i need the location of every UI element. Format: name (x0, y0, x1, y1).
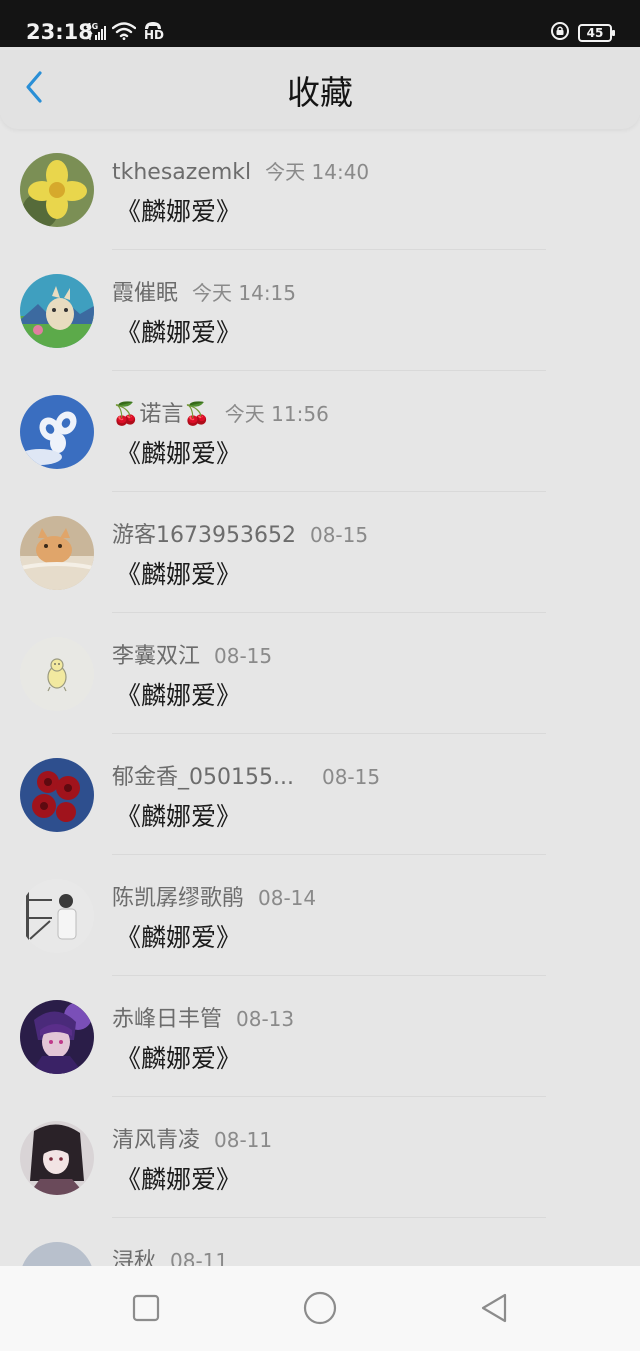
user-name: tkhesazemkl (112, 160, 252, 185)
favorite-title: 《麟娜爱》 (116, 1165, 242, 1194)
timestamp: 08-13 (236, 1007, 295, 1031)
list-item[interactable]: 霞催眠 今天 14:15 《麟娜爱》 (0, 250, 640, 371)
rotation-lock-icon (550, 21, 570, 45)
square-icon (132, 1294, 160, 1326)
signal-icon: 4G (86, 22, 106, 41)
timestamp: 08-14 (258, 886, 317, 910)
hd-label: HD (144, 28, 165, 42)
timestamp: 今天 11:56 (224, 402, 329, 426)
favorite-title: 《麟娜爱》 (116, 923, 242, 952)
favorite-title: 《麟娜爱》 (116, 197, 242, 226)
favorite-title: 《麟娜爱》 (116, 1044, 242, 1073)
avatar[interactable] (20, 274, 94, 348)
item-meta: 清风青凌 08-11 (112, 1127, 272, 1155)
avatar[interactable] (20, 1000, 94, 1074)
list-item[interactable]: tkhesazemkl 今天 14:40 《麟娜爱》 (0, 129, 640, 250)
hd-call-icon: HD (142, 22, 165, 43)
timestamp: 08-11 (214, 1128, 273, 1152)
avatar[interactable] (20, 153, 94, 227)
item-meta: 赤峰日丰管 08-13 (112, 1006, 294, 1034)
avatar[interactable] (20, 637, 94, 711)
avatar[interactable] (20, 879, 94, 953)
item-meta: tkhesazemkl 今天 14:40 (112, 159, 369, 187)
list-item[interactable]: 🍒诺言🍒 今天 11:56 《麟娜爱》 (0, 371, 640, 492)
wifi-icon (111, 22, 137, 44)
item-meta: 李囊双江 08-15 (112, 643, 272, 671)
favorite-title: 《麟娜爱》 (116, 681, 242, 710)
user-name: 霞催眠 (112, 281, 179, 306)
list-item[interactable]: 陈凯孱缪歌鹃 08-14 《麟娜爱》 (0, 855, 640, 976)
screen: 23:18 4G HD 45 收藏 tkhesazemkl 今天 14:40 《… (0, 0, 640, 1351)
home-button[interactable] (302, 1291, 338, 1329)
avatar[interactable] (20, 516, 94, 590)
status-bar: 23:18 4G HD 45 (0, 0, 640, 47)
system-nav-bar (0, 1266, 640, 1351)
list-item[interactable]: 赤峰日丰管 08-13 《麟娜爱》 (0, 976, 640, 1097)
item-meta: 郁金香_050155... 08-15 (112, 764, 380, 792)
avatar[interactable] (20, 1121, 94, 1195)
avatar[interactable] (20, 758, 94, 832)
list-item[interactable]: 郁金香_050155... 08-15 《麟娜爱》 (0, 734, 640, 855)
item-meta: 霞催眠 今天 14:15 (112, 280, 296, 308)
favorite-title: 《麟娜爱》 (116, 802, 242, 831)
timestamp: 08-15 (321, 765, 381, 789)
nav-back-button[interactable] (476, 1292, 512, 1328)
status-time: 23:18 (26, 20, 93, 44)
timestamp: 08-15 (214, 644, 273, 668)
status-icons-left: 4G HD (86, 22, 164, 44)
page-title: 收藏 (287, 73, 353, 112)
avatar[interactable] (20, 395, 94, 469)
item-meta: 游客1673953652 08-15 (112, 522, 368, 550)
circle-icon (303, 1291, 337, 1329)
list-item[interactable]: 游客1673953652 08-15 《麟娜爱》 (0, 492, 640, 613)
user-name: 李囊双江 (112, 644, 201, 669)
favorite-title: 《麟娜爱》 (116, 439, 242, 468)
timestamp: 08-15 (309, 523, 369, 547)
favorite-title: 《麟娜爱》 (116, 318, 242, 347)
user-name: 郁金香_050155... (112, 765, 294, 790)
favorite-title: 《麟娜爱》 (116, 560, 242, 589)
status-icons-right: 45 (550, 21, 615, 45)
timestamp: 今天 14:15 (192, 281, 297, 305)
user-name: 陈凯孱缪歌鹃 (112, 886, 245, 911)
header: 收藏 (0, 47, 640, 129)
user-name: 🍒诺言🍒 (112, 402, 211, 427)
recent-apps-button[interactable] (128, 1292, 164, 1328)
item-meta: 陈凯孱缪歌鹃 08-14 (112, 885, 316, 913)
user-name: 游客1673953652 (112, 523, 296, 548)
list-item[interactable]: 李囊双江 08-15 《麟娜爱》 (0, 613, 640, 734)
user-name: 赤峰日丰管 (112, 1007, 223, 1032)
user-name: 清风青凌 (112, 1128, 201, 1153)
item-meta: 🍒诺言🍒 今天 11:56 (112, 401, 329, 429)
timestamp: 今天 14:40 (265, 160, 370, 184)
list-item[interactable]: 清风青凌 08-11 《麟娜爱》 (0, 1097, 640, 1218)
triangle-left-icon (479, 1292, 509, 1328)
battery-indicator: 45 (578, 24, 615, 42)
favorites-list: tkhesazemkl 今天 14:40 《麟娜爱》 霞催眠 今天 14:15 … (0, 129, 640, 1339)
